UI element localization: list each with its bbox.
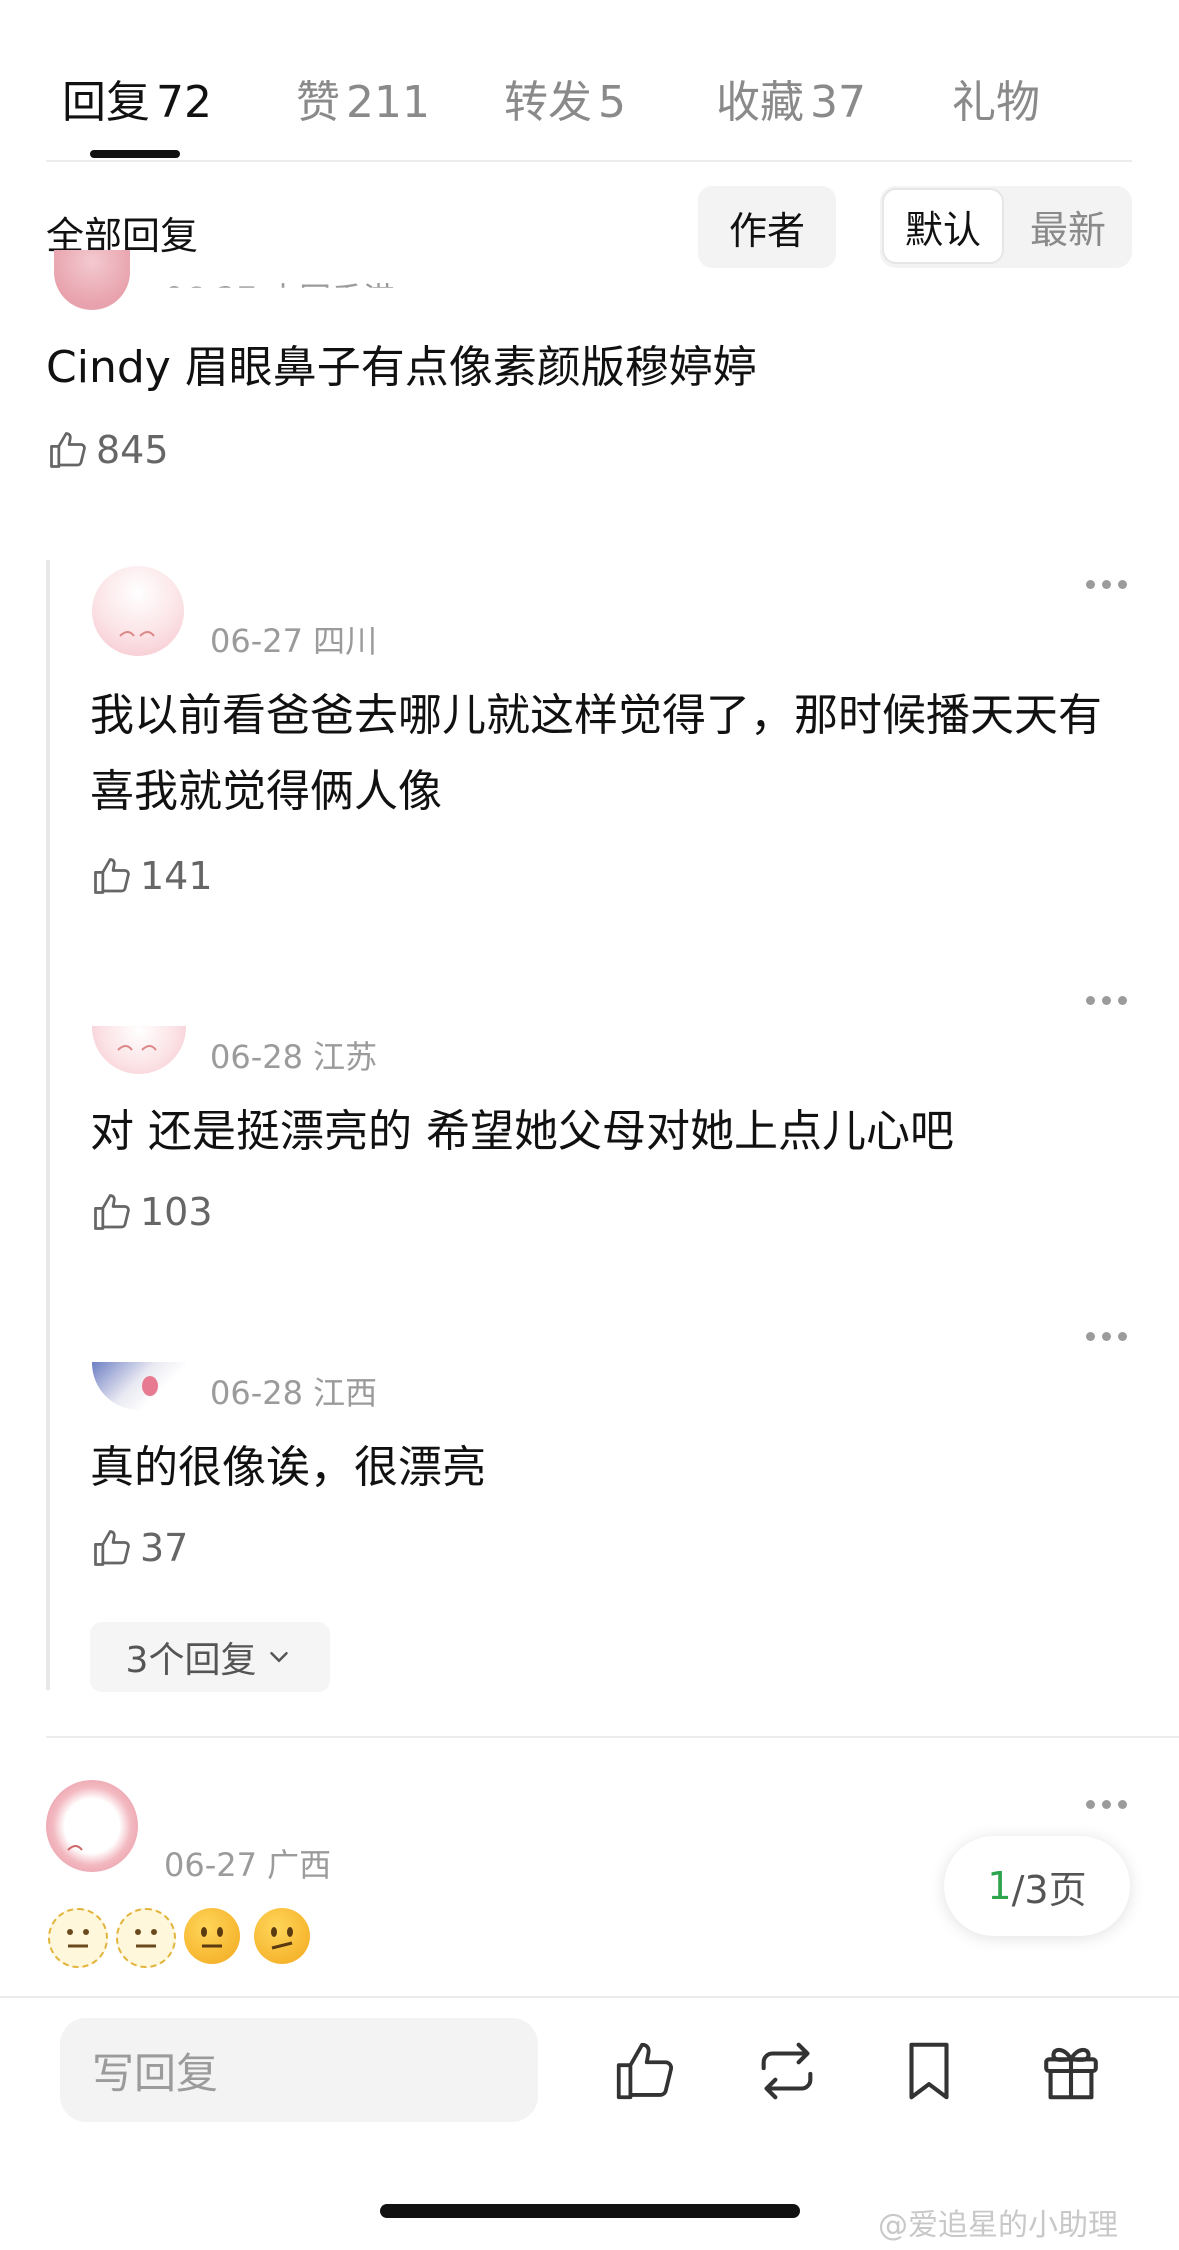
more-icon[interactable] <box>1086 1332 1127 1341</box>
tab-count: 37 <box>810 77 866 128</box>
tab-replies[interactable]: 回复 72 <box>62 66 212 130</box>
bottom-bar-divider <box>0 1996 1179 1998</box>
tab-favorites[interactable]: 收藏 37 <box>716 66 866 130</box>
replies-toggle-label: 3个回复 <box>125 1640 257 1681</box>
tab-likes[interactable]: 赞 211 <box>296 66 430 130</box>
comment-text: 我以前看爸爸去哪儿就这样觉得了，那时候播天天有喜我就觉得俩人像 <box>90 690 1102 817</box>
comment-meta: 06-28 江苏 <box>210 1038 378 1076</box>
avatar[interactable] <box>46 1780 138 1872</box>
thumb-up-icon <box>50 432 86 468</box>
avatar[interactable] <box>92 566 184 656</box>
current-page: 1 <box>987 1864 1012 1908</box>
like-count: 103 <box>140 1190 213 1234</box>
like-button[interactable]: 141 <box>90 854 213 898</box>
more-icon[interactable] <box>1086 1800 1127 1809</box>
avatar[interactable] <box>92 1026 186 1074</box>
repost-icon[interactable] <box>752 2036 822 2106</box>
thread-line <box>46 560 50 1690</box>
tab-label: 转发 <box>504 77 592 128</box>
comment-divider <box>46 1736 1179 1738</box>
confused-face-emoji <box>254 1908 310 1964</box>
page-total: /3页 <box>1011 1867 1087 1912</box>
comment-meta: 06-28 江西 <box>210 1374 378 1412</box>
tab-gifts[interactable]: 礼物 <box>952 66 1040 130</box>
tab-count: 72 <box>156 77 212 128</box>
avatar[interactable] <box>54 250 130 310</box>
thumb-up-icon[interactable] <box>610 2036 680 2106</box>
comment-text: Cindy 眉眼鼻子有点像素颜版穆婷婷 <box>46 342 757 393</box>
tab-reposts[interactable]: 转发 5 <box>504 66 626 130</box>
tab-label: 赞 <box>296 77 340 128</box>
sort-newest-button[interactable]: 最新 <box>1008 188 1128 264</box>
chevron-down-icon <box>270 1652 289 1663</box>
home-indicator <box>380 2204 800 2218</box>
comment-text: 对 还是挺漂亮的 希望她父母对她上点儿心吧 <box>90 1106 954 1157</box>
tab-label: 礼物 <box>952 77 1040 128</box>
tab-count: 211 <box>346 77 430 128</box>
like-button[interactable]: 845 <box>46 428 169 472</box>
page-indicator[interactable]: 1/3页 <box>944 1836 1130 1936</box>
more-icon[interactable] <box>1086 580 1127 589</box>
watermark: @爱追星的小助理 <box>878 2208 1118 2243</box>
reply-input[interactable]: 写回复 <box>60 2018 538 2122</box>
neutral-face-emoji <box>116 1908 176 1968</box>
like-button[interactable]: 37 <box>90 1526 188 1570</box>
like-button[interactable]: 103 <box>90 1190 213 1234</box>
like-count: 141 <box>140 854 213 898</box>
comment-text: 真的很像诶，很漂亮 <box>90 1442 486 1493</box>
bookmark-icon[interactable] <box>894 2036 964 2106</box>
sort-default-button[interactable]: 默认 <box>882 188 1004 264</box>
avatar[interactable] <box>92 1362 186 1410</box>
tab-label: 回复 <box>62 77 150 128</box>
tab-count: 5 <box>598 77 626 128</box>
thumb-up-icon <box>94 858 130 894</box>
neutral-face-emoji <box>184 1908 240 1964</box>
expand-replies-button[interactable]: 3个回复 <box>90 1622 330 1692</box>
author-filter-button[interactable]: 作者 <box>698 186 836 268</box>
comment-meta: 06-27 广西 <box>164 1846 332 1884</box>
like-count: 845 <box>96 428 169 472</box>
neutral-face-emoji <box>48 1908 108 1968</box>
comment-meta: 06-27 四川 <box>210 622 378 660</box>
comment-meta: 06-27 中国香港 <box>164 280 396 318</box>
active-tab-indicator <box>90 150 180 158</box>
tab-label: 收藏 <box>716 77 804 128</box>
tab-divider <box>46 160 1132 162</box>
thumb-up-icon <box>94 1530 130 1566</box>
gift-icon[interactable] <box>1036 2036 1106 2106</box>
like-count: 37 <box>140 1526 189 1570</box>
thumb-up-icon <box>94 1194 130 1230</box>
more-icon[interactable] <box>1086 996 1127 1005</box>
